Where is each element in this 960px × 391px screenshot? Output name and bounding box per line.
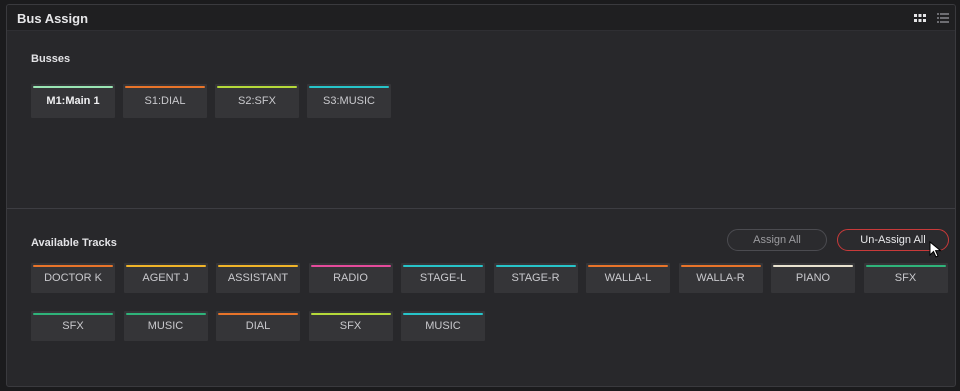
title-bar: Bus Assign [7, 5, 955, 31]
track-chip-label: DIAL [245, 320, 271, 332]
track-color-bar [495, 265, 576, 267]
bus-color-bar [309, 86, 389, 88]
track-color-bar [218, 313, 298, 315]
list-view-icon[interactable] [935, 10, 951, 26]
track-chip[interactable]: DOCTOR K [31, 263, 115, 293]
bus-color-bar [125, 86, 205, 88]
available-tracks-heading: Available Tracks [31, 237, 117, 249]
track-color-bar [865, 265, 946, 267]
window-title: Bus Assign [17, 11, 89, 26]
track-color-bar [33, 313, 113, 315]
track-chip-label: AGENT J [142, 272, 189, 284]
bus-chip-label: S1:DIAL [144, 95, 186, 107]
bus-color-bar [217, 86, 297, 88]
track-chip[interactable]: MUSIC [123, 311, 208, 341]
bus-chip-label: S2:SFX [238, 95, 276, 107]
bus-chip-label: M1:Main 1 [46, 95, 100, 107]
track-chip[interactable]: SFX [31, 311, 115, 341]
track-color-bar [588, 265, 668, 267]
track-chip[interactable]: STAGE-R [493, 263, 578, 293]
track-color-bar [125, 265, 206, 267]
track-chip[interactable]: SFX [308, 311, 393, 341]
assign-all-button[interactable]: Assign All [727, 229, 827, 251]
track-color-bar [773, 265, 853, 267]
track-color-bar [218, 265, 298, 267]
track-chip-label: MUSIC [425, 320, 461, 332]
bus-chip[interactable]: S3:MUSIC [307, 84, 391, 118]
track-chip-label: STAGE-L [419, 272, 467, 284]
section-divider [7, 208, 955, 209]
track-chip-label: SFX [339, 320, 362, 332]
bus-chip-label: S3:MUSIC [323, 95, 375, 107]
mouse-pointer-icon [929, 241, 942, 258]
bus-chip[interactable]: S2:SFX [215, 84, 299, 118]
track-chip-label: SFX [894, 272, 917, 284]
track-chip-label: PIANO [795, 272, 831, 284]
track-chip[interactable]: RADIO [308, 263, 393, 293]
bus-color-bar [33, 86, 113, 88]
bus-chip[interactable]: S1:DIAL [123, 84, 207, 118]
track-chip-label: SFX [62, 320, 84, 332]
track-chip[interactable]: DIAL [216, 311, 300, 341]
bus-assign-window: Bus Assign Busses M1:Main 1 S1:DIAL S2:SFX… [6, 4, 956, 387]
track-chip[interactable]: WALLA-R [678, 263, 763, 293]
track-color-bar [310, 265, 391, 267]
track-chip-label: WALLA-R [696, 272, 745, 284]
track-chip-label: RADIO [333, 272, 368, 284]
track-chip-label: STAGE-R [511, 272, 560, 284]
busses-heading: Busses [31, 53, 71, 65]
grid-view-icon[interactable] [912, 10, 928, 26]
track-chip[interactable]: ASSISTANT [216, 263, 300, 293]
track-color-bar [125, 313, 206, 315]
track-chip[interactable]: SFX [863, 263, 948, 293]
track-color-bar [310, 313, 391, 315]
track-color-bar [680, 265, 761, 267]
track-chip-label: DOCTOR K [44, 272, 102, 284]
track-chip-label: MUSIC [147, 320, 184, 332]
track-chip[interactable]: WALLA-L [586, 263, 670, 293]
track-chip-label: WALLA-L [604, 272, 652, 284]
track-color-bar [403, 313, 483, 315]
track-chip-label: ASSISTANT [227, 272, 289, 284]
track-chip[interactable]: AGENT J [123, 263, 208, 293]
track-chip[interactable]: STAGE-L [401, 263, 485, 293]
bus-chip[interactable]: M1:Main 1 [31, 84, 115, 118]
track-chip[interactable]: MUSIC [401, 311, 485, 341]
track-chip[interactable]: PIANO [771, 263, 855, 293]
track-color-bar [33, 265, 113, 267]
track-color-bar [403, 265, 483, 267]
